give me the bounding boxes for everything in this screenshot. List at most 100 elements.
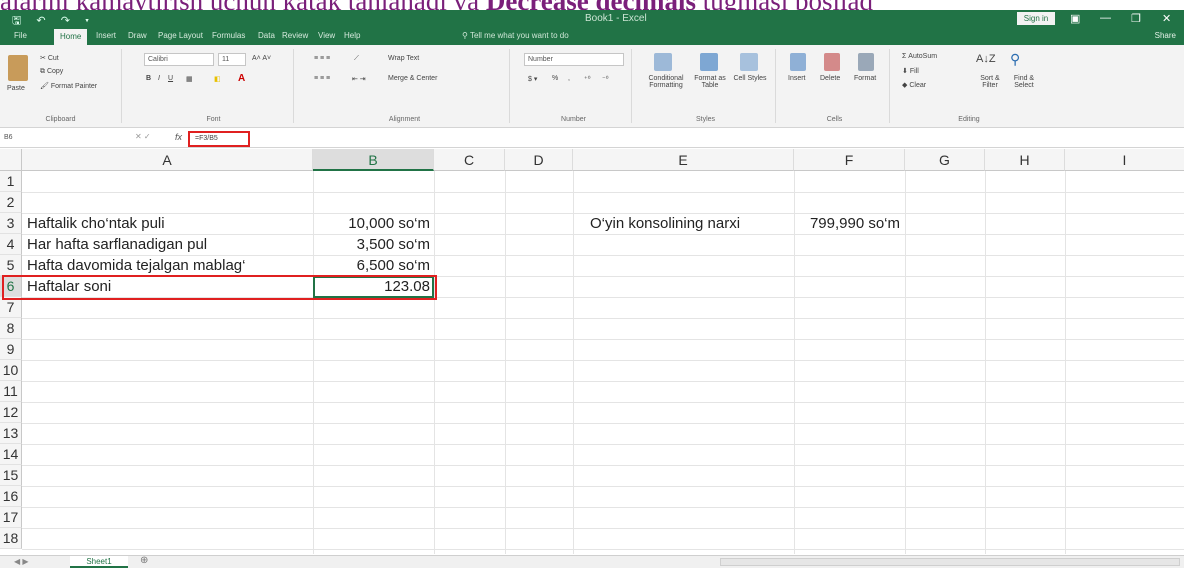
row-header[interactable]: 1 — [0, 171, 22, 192]
insert-button[interactable]: Insert — [788, 75, 806, 82]
autosum-button[interactable]: Σ AutoSum — [902, 53, 937, 60]
row-header[interactable]: 7 — [0, 297, 22, 318]
number-format-select[interactable]: Number — [524, 53, 624, 66]
column-header-g[interactable]: G — [905, 149, 985, 171]
bold-button[interactable]: B — [146, 75, 151, 82]
delete-cells-icon[interactable] — [824, 53, 840, 71]
row-header[interactable]: 17 — [0, 507, 22, 528]
row-header[interactable]: 14 — [0, 444, 22, 465]
sort-filter-button[interactable]: Sort & Filter — [972, 75, 1008, 89]
find-select-icon[interactable]: ⚲ — [1010, 51, 1020, 68]
conditional-formatting-button[interactable]: Conditional Formatting — [640, 75, 692, 89]
column-header-i[interactable]: I — [1065, 149, 1184, 171]
row-header[interactable]: 13 — [0, 423, 22, 444]
font-name-select[interactable]: Calibri — [144, 53, 214, 66]
tab-data[interactable]: Data — [258, 31, 275, 40]
comma-icon[interactable]: , — [568, 75, 570, 82]
add-sheet-button[interactable]: ⊕ — [140, 555, 148, 566]
format-painter-button[interactable]: 🖌 Format Painter — [40, 82, 97, 90]
select-all-corner[interactable] — [0, 149, 22, 171]
conditional-formatting-icon[interactable] — [654, 53, 672, 71]
tab-review[interactable]: Review — [282, 31, 308, 40]
name-box[interactable]: B6 — [4, 131, 84, 145]
restore-button[interactable]: ❐ — [1131, 12, 1141, 25]
row-header[interactable]: 9 — [0, 339, 22, 360]
tab-insert[interactable]: Insert — [96, 31, 116, 40]
cancel-enter-icons[interactable]: ✕ ✓ — [135, 132, 151, 141]
sort-filter-icon[interactable]: A↓Z — [976, 53, 996, 65]
format-as-table-icon[interactable] — [700, 53, 718, 71]
increase-decimal-icon[interactable]: ⁺⁰ — [584, 75, 591, 83]
format-as-table-button[interactable]: Format as Table — [692, 75, 728, 89]
borders-icon[interactable]: ▦ — [186, 75, 193, 83]
horizontal-align-icons[interactable]: ≡ ≡ ≡ — [314, 75, 330, 82]
cell-b5[interactable]: 6,500 so‘m — [313, 255, 430, 276]
column-header-e[interactable]: E — [573, 149, 794, 171]
font-size-select[interactable]: 11 — [218, 53, 246, 66]
tab-file[interactable]: File — [14, 31, 27, 40]
format-button[interactable]: Format — [854, 75, 876, 82]
copy-button[interactable]: ⧉ Copy — [40, 68, 63, 76]
row-header[interactable]: 15 — [0, 465, 22, 486]
percent-icon[interactable]: % — [552, 75, 558, 82]
share-button[interactable]: Share — [1155, 31, 1176, 40]
cell-b4[interactable]: 3,500 so‘m — [313, 234, 430, 255]
cell-b3[interactable]: 10,000 so‘m — [313, 213, 430, 234]
format-cells-icon[interactable] — [858, 53, 874, 71]
tab-draw[interactable]: Draw — [128, 31, 147, 40]
insert-function-icon[interactable]: fx — [175, 132, 182, 142]
paste-icon[interactable] — [8, 55, 28, 81]
clear-button[interactable]: ◆ Clear — [902, 81, 926, 89]
row-header[interactable]: 5 — [0, 255, 22, 276]
row-header[interactable]: 8 — [0, 318, 22, 339]
tell-me-search[interactable]: ⚲ Tell me what you want to do — [462, 31, 569, 40]
sheet-tab-sheet1[interactable]: Sheet1 — [70, 556, 128, 568]
row-header[interactable]: 18 — [0, 528, 22, 549]
indent-icons[interactable]: ⇤ ⇥ — [352, 75, 366, 83]
formula-input[interactable]: =F3/B5 — [188, 131, 250, 147]
row-header[interactable]: 10 — [0, 360, 22, 381]
cell-a4[interactable]: Har hafta sarflanadigan pul — [27, 234, 311, 255]
merge-center-button[interactable]: Merge & Center — [388, 75, 437, 82]
tab-formulas[interactable]: Formulas — [212, 31, 245, 40]
italic-button[interactable]: I — [158, 75, 160, 82]
cell-e3[interactable]: O‘yin konsolining narxi — [590, 213, 790, 234]
underline-button[interactable]: U — [168, 75, 173, 82]
column-header-b[interactable]: B — [313, 149, 434, 171]
currency-icon[interactable]: $ ▾ — [528, 75, 537, 83]
cell-styles-icon[interactable] — [740, 53, 758, 71]
column-header-a[interactable]: A — [22, 149, 313, 171]
ribbon-display-icon[interactable]: ▣ — [1070, 12, 1080, 25]
column-header-c[interactable]: C — [434, 149, 505, 171]
fill-button[interactable]: ⬇ Fill — [902, 67, 919, 75]
font-size-grow-shrink[interactable]: A˄ A˅ — [252, 55, 271, 62]
close-button[interactable]: ✕ — [1162, 12, 1171, 25]
row-header[interactable]: 16 — [0, 486, 22, 507]
delete-button[interactable]: Delete — [820, 75, 840, 82]
column-header-f[interactable]: F — [794, 149, 905, 171]
sign-in-button[interactable]: Sign in — [1017, 12, 1055, 25]
column-header-h[interactable]: H — [985, 149, 1065, 171]
row-header[interactable]: 12 — [0, 402, 22, 423]
tab-help[interactable]: Help — [344, 31, 360, 40]
fill-color-icon[interactable]: ◧ — [214, 75, 221, 83]
find-select-button[interactable]: Find & Select — [1006, 75, 1042, 89]
font-color-icon[interactable]: A — [238, 73, 245, 84]
tab-page-layout[interactable]: Page Layout — [158, 31, 203, 40]
row-header[interactable]: 4 — [0, 234, 22, 255]
row-header[interactable]: 2 — [0, 192, 22, 213]
cell-a5[interactable]: Hafta davomida tejalgan mablag‘ — [27, 255, 311, 276]
horizontal-scrollbar[interactable] — [720, 558, 1180, 566]
vertical-align-icons[interactable]: ≡ ≡ ≡ — [314, 55, 330, 62]
wrap-text-button[interactable]: Wrap Text — [388, 55, 419, 62]
cell-styles-button[interactable]: Cell Styles — [732, 75, 768, 82]
minimize-button[interactable]: — — [1100, 12, 1111, 24]
sheet-nav-arrows[interactable]: ◀ ▶ — [14, 557, 29, 566]
row-header[interactable]: 11 — [0, 381, 22, 402]
tab-view[interactable]: View — [318, 31, 335, 40]
column-header-d[interactable]: D — [505, 149, 573, 171]
decrease-decimal-icon[interactable]: ⁻⁰ — [602, 75, 609, 83]
insert-cells-icon[interactable] — [790, 53, 806, 71]
row-header[interactable]: 3 — [0, 213, 22, 234]
cut-button[interactable]: ✂ Cut — [40, 54, 59, 62]
